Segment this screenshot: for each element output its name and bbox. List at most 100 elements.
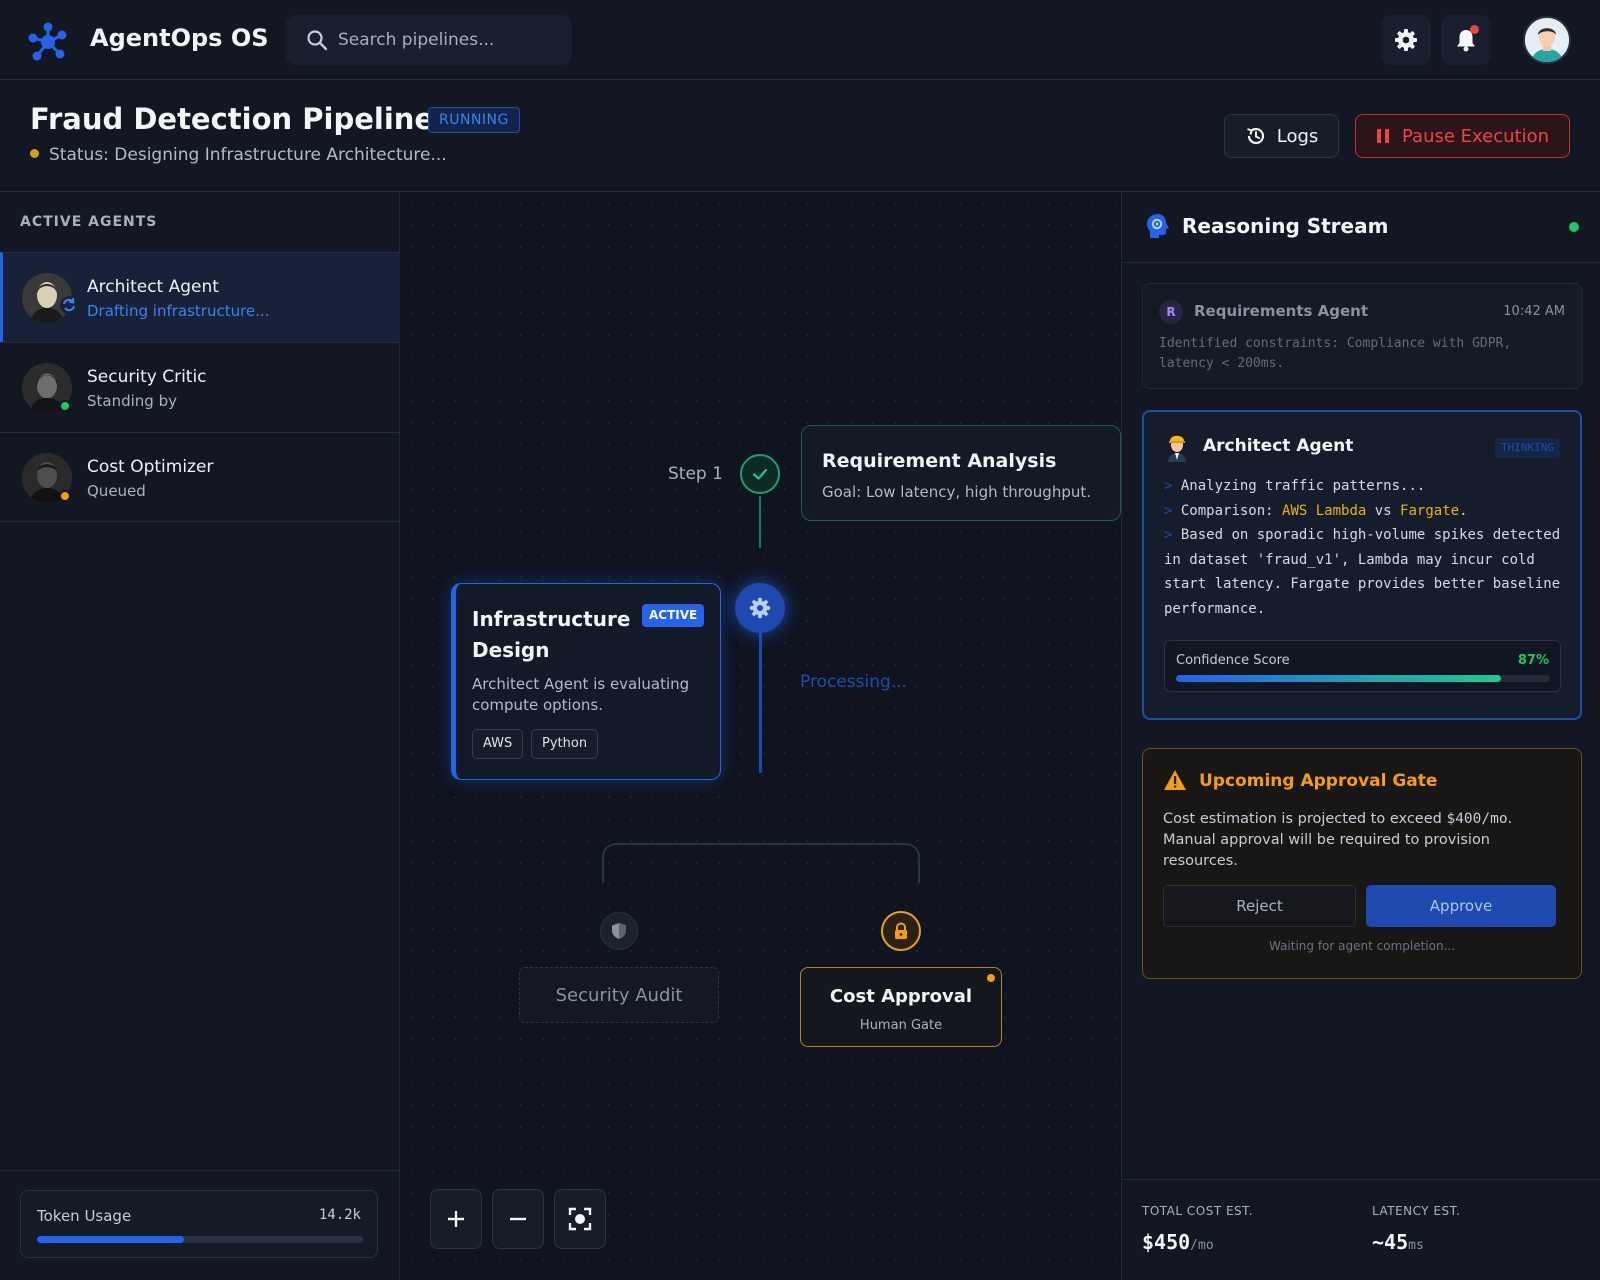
confidence-fill (1176, 675, 1502, 682)
node-title: Requirement Analysis (822, 450, 1057, 472)
security-audit-step-node[interactable] (600, 912, 638, 950)
node-title: Security Audit (555, 984, 683, 1006)
search-icon (307, 30, 328, 51)
search-box[interactable] (286, 15, 572, 65)
reasoning-panel: Reasoning Stream R Requirements Agent 10… (1121, 192, 1600, 1280)
node-subtitle: Human Gate (859, 1018, 943, 1033)
requirement-analysis-node[interactable]: Requirement Analysis Goal: Low latency, … (801, 425, 1121, 521)
branch-connector (602, 843, 920, 883)
warning-icon (1164, 770, 1186, 790)
gear-icon (749, 597, 771, 619)
agent-status: Standing by (87, 392, 177, 410)
pause-icon (1377, 129, 1389, 143)
logs-button[interactable]: Logs (1224, 114, 1339, 158)
latency-label: LATENCY EST. (1372, 1204, 1461, 1218)
fit-view-button[interactable] (554, 1189, 606, 1249)
pending-dot (987, 974, 995, 982)
reject-button[interactable]: Reject (1163, 885, 1356, 927)
architect-agent-icon (1168, 435, 1186, 462)
user-avatar[interactable] (1523, 16, 1571, 64)
cost-approval-step-node[interactable] (881, 911, 921, 951)
user-avatar-icon (1525, 18, 1569, 62)
agent-status: Queued (87, 482, 146, 500)
latency-value: ~45ms (1372, 1230, 1424, 1254)
page-title: Fraud Detection Pipeline v2 (30, 102, 484, 136)
lock-icon (895, 922, 907, 939)
gate-waiting-text: Waiting for agent completion... (1268, 939, 1456, 953)
gate-title: Upcoming Approval Gate (1199, 771, 1438, 791)
zoom-out-button[interactable] (492, 1189, 544, 1249)
message-agent-name: Architect Agent (1203, 436, 1354, 456)
pipeline-status-text: Status: Designing Infrastructure Archite… (49, 145, 447, 165)
step-label: Step 1 (668, 464, 723, 484)
status-dot (30, 149, 39, 158)
pause-execution-button[interactable]: Pause Execution (1355, 114, 1570, 158)
token-usage-card: Token Usage 14.2k (20, 1190, 378, 1258)
agent-name: Architect Agent (87, 277, 219, 297)
pipeline-status: Status: Designing Infrastructure Archite… (30, 145, 447, 165)
top-bar: AgentOps OS (0, 0, 1600, 80)
queued-status-dot (59, 490, 71, 502)
agents-sidebar: ACTIVE AGENTS Architect Agent Drafting i… (0, 192, 400, 1280)
notifications-button[interactable] (1441, 15, 1491, 65)
panel-title: Reasoning Stream (1182, 214, 1389, 238)
confidence-bar (1176, 675, 1550, 682)
step-complete-node[interactable] (740, 454, 780, 494)
reasoning-line: > Based on sporadic high-volume spikes d… (1164, 527, 1561, 617)
sidebar-heading: ACTIVE AGENTS (20, 214, 158, 230)
approval-gate-card: Upcoming Approval Gate Cost estimation i… (1142, 748, 1582, 979)
thinking-badge: THINKING (1495, 438, 1560, 458)
active-step-node[interactable] (735, 583, 785, 633)
total-cost-value: $450/mo (1142, 1230, 1214, 1254)
node-description: Architect Agent is evaluating compute op… (472, 675, 690, 714)
search-input[interactable] (338, 25, 558, 55)
reasoning-line: > Analyzing traffic patterns... (1164, 478, 1426, 494)
connector-line (759, 633, 762, 773)
history-icon (1246, 127, 1264, 145)
sidebar-divider (0, 1170, 400, 1171)
agent-initial-badge: R (1159, 300, 1183, 324)
focus-icon (568, 1207, 592, 1231)
token-usage-value: 14.2k (318, 1207, 361, 1223)
total-cost-label: TOTAL COST EST. (1142, 1204, 1253, 1218)
sidebar-item-security-critic[interactable]: Security Critic Standing by (0, 342, 400, 432)
gear-icon (1395, 29, 1417, 51)
message-body: > Analyzing traffic patterns... > Compar… (1164, 474, 1564, 621)
app-title: AgentOps OS (90, 24, 269, 52)
confidence-score: Confidence Score 87% (1164, 640, 1561, 692)
agent-name: Security Critic (87, 367, 207, 387)
active-badge: ACTIVE (642, 604, 705, 627)
security-audit-node[interactable]: Security Audit (519, 967, 719, 1023)
live-indicator-dot (1569, 222, 1579, 232)
processing-text: Processing... (800, 672, 907, 692)
node-title: Infrastructure Design (472, 607, 631, 662)
token-usage-bar (37, 1236, 363, 1243)
sync-icon (60, 296, 78, 314)
pipeline-canvas[interactable]: Step 1 Requirement Analysis Goal: Low la… (400, 192, 1121, 1280)
node-goal: Goal: Low latency, high throughput. (822, 483, 1092, 501)
confidence-value: 87% (1517, 653, 1549, 668)
tag-aws: AWS (472, 729, 524, 759)
logs-label: Logs (1276, 125, 1319, 147)
infrastructure-design-node[interactable]: Infrastructure Design ACTIVE Architect A… (451, 583, 721, 780)
token-usage-label: Token Usage (37, 1207, 132, 1225)
network-logo-icon[interactable] (28, 22, 68, 62)
check-icon (752, 468, 768, 480)
notification-dot (1470, 25, 1479, 34)
cost-approval-node[interactable]: Cost Approval Human Gate (800, 967, 1002, 1047)
sidebar-item-architect-agent[interactable]: Architect Agent Drafting infrastructure.… (0, 252, 400, 342)
online-status-dot (59, 400, 71, 412)
reasoning-message-architect: Architect Agent THINKING > Analyzing tra… (1142, 410, 1582, 720)
reasoning-message-requirements: R Requirements Agent 10:42 AM Identified… (1142, 283, 1582, 389)
panel-divider (1122, 1179, 1600, 1180)
token-usage-fill (37, 1236, 184, 1243)
message-agent-name: Requirements Agent (1194, 302, 1369, 320)
settings-button[interactable] (1381, 15, 1431, 65)
node-title: Cost Approval (829, 986, 973, 1007)
status-badge: RUNNING (428, 107, 520, 133)
approve-button[interactable]: Approve (1366, 885, 1556, 927)
reasoning-line: > Comparison: AWS Lambda vs Fargate. (1164, 502, 1468, 519)
sidebar-item-cost-optimizer[interactable]: Cost Optimizer Queued (0, 432, 400, 522)
agent-status: Drafting infrastructure... (87, 302, 270, 320)
zoom-in-button[interactable] (430, 1189, 482, 1249)
